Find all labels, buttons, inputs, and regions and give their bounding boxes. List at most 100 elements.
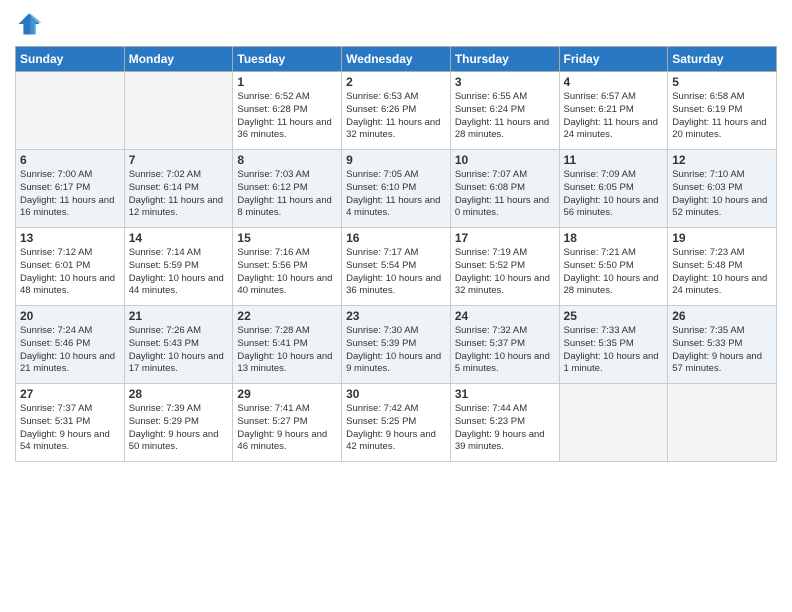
day-number: 10 (455, 153, 555, 167)
calendar-cell: 23 Sunrise: 7:30 AMSunset: 5:39 PMDayligh… (342, 306, 451, 384)
day-number: 14 (129, 231, 229, 245)
day-number: 25 (564, 309, 664, 323)
day-info: Sunrise: 7:30 AMSunset: 5:39 PMDaylight:… (346, 325, 446, 376)
day-info: Sunrise: 7:44 AMSunset: 5:23 PMDaylight:… (455, 403, 555, 454)
calendar-week-row: 20Sunrise: 7:24 AMSunset: 5:46 PMDayligh… (16, 306, 777, 384)
calendar-cell (16, 72, 125, 150)
calendar-header-row: SundayMondayTuesdayWednesdayThursdayFrid… (16, 47, 777, 72)
calendar-cell (124, 72, 233, 150)
calendar-week-row: 6Sunrise: 7:00 AMSunset: 6:17 PMDaylight… (16, 150, 777, 228)
day-number: 2 (346, 75, 446, 89)
weekday-header: Wednesday (342, 47, 451, 72)
day-info: Sunrise: 7:23 AMSunset: 5:48 PMDaylight:… (672, 247, 772, 298)
day-number: 7 (129, 153, 229, 167)
day-number: 24 (455, 309, 555, 323)
calendar-cell: 31 Sunrise: 7:44 AMSunset: 5:23 PMDayligh… (450, 384, 559, 462)
calendar-cell: 14 Sunrise: 7:14 AMSunset: 5:59 PMDayligh… (124, 228, 233, 306)
weekday-header: Saturday (668, 47, 777, 72)
day-info: Sunrise: 7:10 AMSunset: 6:03 PMDaylight:… (672, 169, 772, 220)
calendar-cell: 30Sunrise: 7:42 AMSunset: 5:25 PMDayligh… (342, 384, 451, 462)
calendar-week-row: 13 Sunrise: 7:12 AMSunset: 6:01 PMDayligh… (16, 228, 777, 306)
day-info: Sunrise: 7:03 AMSunset: 6:12 PMDaylight:… (237, 169, 337, 220)
calendar-cell: 11 Sunrise: 7:09 AMSunset: 6:05 PMDayligh… (559, 150, 668, 228)
day-info: Sunrise: 7:14 AMSunset: 5:59 PMDaylight:… (129, 247, 229, 298)
calendar-cell (559, 384, 668, 462)
day-info: Sunrise: 7:35 AMSunset: 5:33 PMDaylight:… (672, 325, 772, 376)
day-number: 18 (564, 231, 664, 245)
day-info: Sunrise: 7:28 AMSunset: 5:41 PMDaylight:… (237, 325, 337, 376)
day-info: Sunrise: 7:12 AMSunset: 6:01 PMDaylight:… (20, 247, 120, 298)
day-info: Sunrise: 7:09 AMSunset: 6:05 PMDaylight:… (564, 169, 664, 220)
calendar-cell: 12 Sunrise: 7:10 AMSunset: 6:03 PMDayligh… (668, 150, 777, 228)
calendar-cell: 4Sunrise: 6:57 AMSunset: 6:21 PMDaylight… (559, 72, 668, 150)
day-number: 12 (672, 153, 772, 167)
day-number: 6 (20, 153, 120, 167)
day-number: 15 (237, 231, 337, 245)
calendar-cell: 3Sunrise: 6:55 AMSunset: 6:24 PMDaylight… (450, 72, 559, 150)
day-info: Sunrise: 7:42 AMSunset: 5:25 PMDaylight:… (346, 403, 446, 454)
page-container: SundayMondayTuesdayWednesdayThursdayFrid… (0, 0, 792, 472)
weekday-header: Thursday (450, 47, 559, 72)
day-number: 29 (237, 387, 337, 401)
calendar-cell: 21 Sunrise: 7:26 AMSunset: 5:43 PMDayligh… (124, 306, 233, 384)
day-info: Sunrise: 7:19 AMSunset: 5:52 PMDaylight:… (455, 247, 555, 298)
day-number: 19 (672, 231, 772, 245)
day-info: Sunrise: 7:17 AMSunset: 5:54 PMDaylight:… (346, 247, 446, 298)
day-number: 20 (20, 309, 120, 323)
day-number: 3 (455, 75, 555, 89)
calendar-cell: 19 Sunrise: 7:23 AMSunset: 5:48 PMDayligh… (668, 228, 777, 306)
day-info: Sunrise: 7:32 AMSunset: 5:37 PMDaylight:… (455, 325, 555, 376)
calendar-cell: 15 Sunrise: 7:16 AMSunset: 5:56 PMDayligh… (233, 228, 342, 306)
day-number: 21 (129, 309, 229, 323)
day-info: Sunrise: 7:02 AMSunset: 6:14 PMDaylight:… (129, 169, 229, 220)
calendar-cell: 25 Sunrise: 7:33 AMSunset: 5:35 PMDayligh… (559, 306, 668, 384)
calendar-cell: 29Sunrise: 7:41 AMSunset: 5:27 PMDayligh… (233, 384, 342, 462)
day-number: 28 (129, 387, 229, 401)
calendar-cell: 16 Sunrise: 7:17 AMSunset: 5:54 PMDayligh… (342, 228, 451, 306)
day-info: Sunrise: 7:26 AMSunset: 5:43 PMDaylight:… (129, 325, 229, 376)
day-info: Sunrise: 7:37 AMSunset: 5:31 PMDaylight:… (20, 403, 120, 454)
day-info: Sunrise: 7:33 AMSunset: 5:35 PMDaylight:… (564, 325, 664, 376)
calendar-cell: 20Sunrise: 7:24 AMSunset: 5:46 PMDayligh… (16, 306, 125, 384)
calendar-cell: 5 Sunrise: 6:58 AMSunset: 6:19 PMDaylight… (668, 72, 777, 150)
day-info: Sunrise: 7:05 AMSunset: 6:10 PMDaylight:… (346, 169, 446, 220)
page-header (15, 10, 777, 38)
day-info: Sunrise: 7:07 AMSunset: 6:08 PMDaylight:… (455, 169, 555, 220)
day-number: 31 (455, 387, 555, 401)
calendar-cell: 27 Sunrise: 7:37 AMSunset: 5:31 PMDayligh… (16, 384, 125, 462)
calendar-cell: 6Sunrise: 7:00 AMSunset: 6:17 PMDaylight… (16, 150, 125, 228)
day-number: 1 (237, 75, 337, 89)
calendar-body: 1Sunrise: 6:52 AMSunset: 6:28 PMDaylight… (16, 72, 777, 462)
calendar-cell: 9 Sunrise: 7:05 AMSunset: 6:10 PMDaylight… (342, 150, 451, 228)
calendar-cell: 18Sunrise: 7:21 AMSunset: 5:50 PMDayligh… (559, 228, 668, 306)
weekday-header: Tuesday (233, 47, 342, 72)
weekday-header: Friday (559, 47, 668, 72)
calendar-cell (668, 384, 777, 462)
day-info: Sunrise: 6:58 AMSunset: 6:19 PMDaylight:… (672, 91, 772, 142)
calendar-cell: 2Sunrise: 6:53 AMSunset: 6:26 PMDaylight… (342, 72, 451, 150)
calendar-cell: 26 Sunrise: 7:35 AMSunset: 5:33 PMDayligh… (668, 306, 777, 384)
day-number: 23 (346, 309, 446, 323)
day-number: 4 (564, 75, 664, 89)
calendar-cell: 24 Sunrise: 7:32 AMSunset: 5:37 PMDayligh… (450, 306, 559, 384)
day-info: Sunrise: 7:39 AMSunset: 5:29 PMDaylight:… (129, 403, 229, 454)
day-number: 13 (20, 231, 120, 245)
calendar-cell: 22 Sunrise: 7:28 AMSunset: 5:41 PMDayligh… (233, 306, 342, 384)
day-number: 9 (346, 153, 446, 167)
day-number: 22 (237, 309, 337, 323)
day-number: 16 (346, 231, 446, 245)
calendar-cell: 13 Sunrise: 7:12 AMSunset: 6:01 PMDayligh… (16, 228, 125, 306)
calendar-cell: 10 Sunrise: 7:07 AMSunset: 6:08 PMDayligh… (450, 150, 559, 228)
day-number: 5 (672, 75, 772, 89)
day-number: 11 (564, 153, 664, 167)
calendar-cell: 1Sunrise: 6:52 AMSunset: 6:28 PMDaylight… (233, 72, 342, 150)
day-number: 17 (455, 231, 555, 245)
day-number: 27 (20, 387, 120, 401)
day-number: 26 (672, 309, 772, 323)
calendar-cell: 8Sunrise: 7:03 AMSunset: 6:12 PMDaylight… (233, 150, 342, 228)
logo (15, 10, 47, 38)
weekday-header: Sunday (16, 47, 125, 72)
calendar-cell: 7 Sunrise: 7:02 AMSunset: 6:14 PMDaylight… (124, 150, 233, 228)
weekday-header: Monday (124, 47, 233, 72)
day-info: Sunrise: 7:16 AMSunset: 5:56 PMDaylight:… (237, 247, 337, 298)
